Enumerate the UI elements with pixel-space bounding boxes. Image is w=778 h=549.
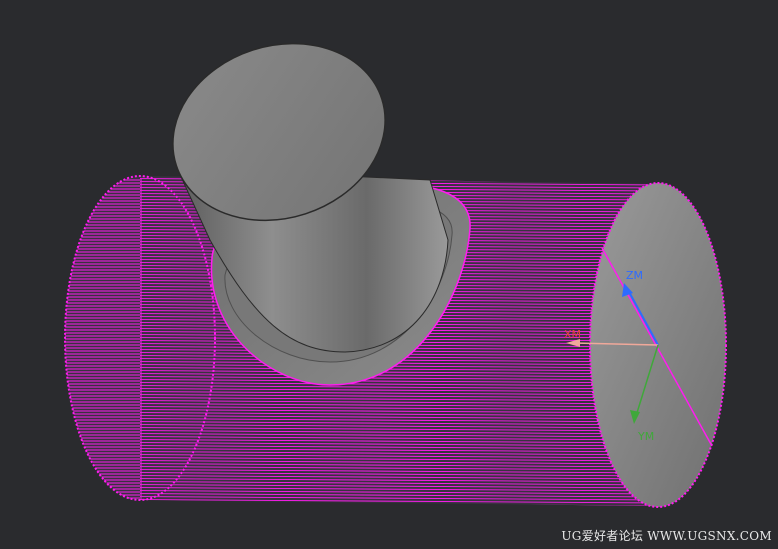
left-edge-hatch <box>65 179 142 499</box>
site-watermark: UG爱好者论坛 WWW.UGSNX.COM <box>561 529 772 543</box>
cad-viewport[interactable]: ZM XM YM <box>0 0 778 549</box>
xm-axis-label: XM <box>564 328 581 341</box>
zm-axis-label: ZM <box>626 269 643 282</box>
ym-axis-label: YM <box>637 430 654 443</box>
model-canvas[interactable]: ZM XM YM <box>0 0 778 549</box>
